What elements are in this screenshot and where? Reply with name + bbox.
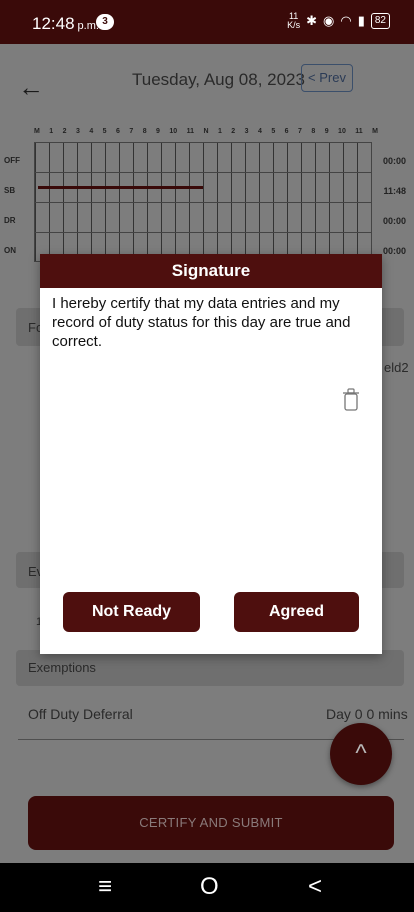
hour-label: 11: [355, 128, 363, 135]
hour-label: 6: [116, 128, 120, 135]
grid-body: [34, 142, 372, 262]
prev-button[interactable]: < Prev: [301, 64, 353, 92]
grid-row-off: [35, 143, 371, 173]
row-label-sb: SB: [4, 186, 16, 195]
trash-icon[interactable]: [342, 388, 360, 412]
recent-apps-icon[interactable]: ≡: [98, 873, 112, 901]
status-time: 12:48 p.m.: [32, 14, 99, 33]
hour-label: 9: [324, 128, 329, 135]
signature-dialog: Signature I hereby certify that my data …: [40, 254, 382, 654]
back-arrow-icon[interactable]: ←: [18, 72, 44, 103]
scroll-up-button[interactable]: ^: [330, 723, 392, 785]
top-nav: ← Tuesday, Aug 08, 2023 < Prev: [0, 44, 414, 114]
system-nav-bar: ≡ O <: [0, 863, 414, 912]
off-duty-deferral-label: Off Duty Deferral: [28, 706, 133, 722]
exemptions-header: Exemptions: [16, 650, 404, 686]
certify-submit-button[interactable]: CERTIFY AND SUBMIT: [28, 796, 394, 850]
dialog-title: Signature: [40, 254, 382, 288]
row-total-on: 00:00: [382, 246, 406, 256]
hour-label: M: [372, 128, 378, 135]
grid-row-dr: [35, 203, 371, 233]
hour-label: 3: [244, 128, 249, 135]
hour-label: 2: [62, 128, 67, 135]
hour-label: 8: [142, 128, 147, 135]
hour-label: 10: [169, 128, 178, 135]
hour-label: 2: [231, 128, 236, 135]
row-label-off: OFF: [4, 156, 20, 165]
wifi-icon: ◠: [340, 13, 352, 28]
signal-icon: ▮: [357, 13, 365, 28]
hour-label: 5: [271, 128, 276, 135]
certification-statement: I hereby certify that my data entries an…: [52, 295, 351, 350]
hour-label: 1: [217, 128, 222, 135]
row-total-off: 00:00: [382, 156, 406, 166]
hour-label: 9: [156, 128, 160, 135]
hour-label: 7: [129, 128, 134, 135]
row-total-dr: 00:00: [382, 216, 406, 226]
duty-log-grid: M 1 2 3 4 5 6 7 8 9 10 11 N 1 2 3 4 5 6 7 8 9 10 11 M OFF SB DR …: [0, 122, 414, 262]
hour-label: 1: [49, 128, 54, 135]
battery-icon: 82: [370, 13, 390, 29]
deferral-value: Day 0 0 mins: [326, 706, 408, 722]
hour-label: 4: [257, 128, 262, 135]
not-ready-button[interactable]: Not Ready: [63, 592, 200, 632]
location-icon: ◉: [323, 13, 335, 28]
hour-label: 10: [338, 128, 346, 135]
row-total-sb: 11:48: [383, 186, 406, 196]
back-icon[interactable]: <: [308, 873, 322, 901]
hour-label: N: [203, 128, 209, 135]
hour-label: 11: [186, 128, 195, 135]
row-label-dr: DR: [4, 216, 16, 225]
hour-label: 5: [102, 128, 107, 135]
agreed-button[interactable]: Agreed: [234, 592, 359, 632]
hour-label: M: [34, 128, 40, 135]
system-icons: 11 K/s ✱ ◉ ◠ ▮ 82: [287, 12, 390, 30]
notification-badge-icon: 3: [96, 14, 114, 30]
chevron-up-icon: ^: [355, 740, 367, 767]
sleeper-berth-line: [38, 186, 203, 189]
side-text: eld2: [384, 360, 409, 375]
hour-label: 3: [75, 128, 80, 135]
hour-label: 7: [298, 128, 302, 135]
hour-label: 6: [284, 128, 289, 135]
row-label-on: ON: [4, 246, 16, 255]
hour-label: 4: [89, 128, 94, 135]
bluetooth-icon: ✱: [306, 13, 318, 28]
page-date: Tuesday, Aug 08, 2023: [132, 70, 305, 89]
network-speed: 11 K/s: [287, 11, 301, 30]
grid-hour-labels: M 1 2 3 4 5 6 7 8 9 10 11 N 1 2 3 4 5 6 7 8 9 10 11 M: [34, 128, 378, 135]
home-icon[interactable]: O: [200, 873, 219, 901]
status-bar: 12:48 p.m. 3 11 K/s ✱ ◉ ◠ ▮ 82: [0, 0, 414, 44]
hour-label: 8: [311, 128, 316, 135]
